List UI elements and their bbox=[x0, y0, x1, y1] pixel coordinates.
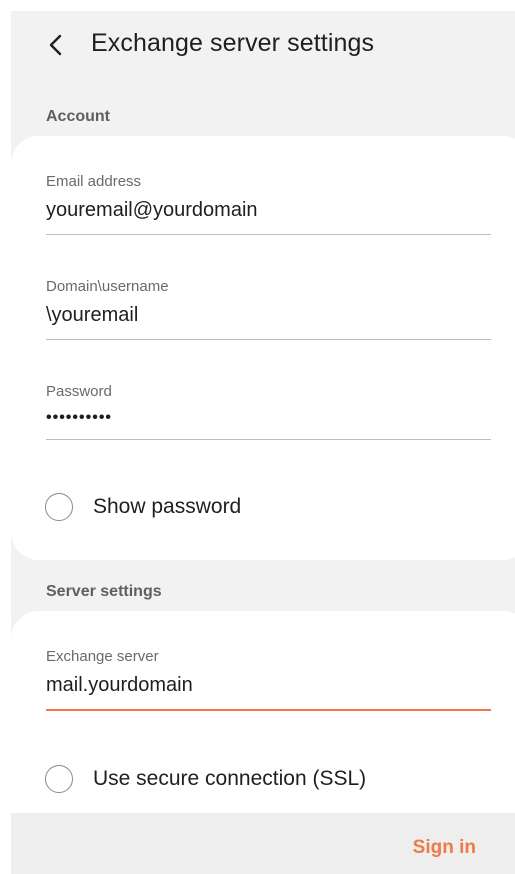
show-password-label: Show password bbox=[93, 495, 242, 518]
email-field[interactable]: Email address youremail@yourdomain bbox=[46, 173, 491, 235]
account-section-label: Account bbox=[46, 108, 110, 125]
exchange-server-field[interactable]: Exchange server mail.yourdomain bbox=[46, 648, 491, 711]
account-card: Email address youremail@yourdomain Domai… bbox=[11, 136, 515, 560]
ssl-option[interactable]: Use secure connection (SSL) bbox=[45, 763, 366, 795]
show-password-option[interactable]: Show password bbox=[45, 491, 241, 523]
ssl-label: Use secure connection (SSL) bbox=[93, 767, 367, 790]
exchange-server-label: Exchange server bbox=[46, 648, 159, 665]
bottom-action-bar: Sign in bbox=[11, 813, 515, 874]
back-button[interactable] bbox=[43, 31, 71, 59]
app-header: Exchange server settings bbox=[11, 11, 515, 83]
page-title: Exchange server settings bbox=[91, 29, 375, 57]
username-field-value[interactable]: \youremail bbox=[46, 304, 491, 339]
server-section-label: Server settings bbox=[46, 583, 162, 600]
password-field-value[interactable]: •••••••••• bbox=[46, 409, 491, 439]
username-field-label: Domain\username bbox=[46, 278, 169, 295]
username-field[interactable]: Domain\username \youremail bbox=[46, 278, 491, 340]
email-field-label: Email address bbox=[46, 173, 142, 190]
ssl-checkbox[interactable] bbox=[45, 765, 73, 793]
chevron-left-icon bbox=[49, 34, 62, 56]
exchange-server-value[interactable]: mail.yourdomain bbox=[46, 674, 491, 709]
show-password-checkbox[interactable] bbox=[45, 493, 73, 521]
password-field[interactable]: Password •••••••••• bbox=[46, 383, 491, 440]
sign-in-button[interactable]: Sign in bbox=[413, 837, 476, 859]
password-field-label: Password bbox=[46, 383, 112, 400]
exchange-settings-screen: Exchange server settings Account Email a… bbox=[11, 11, 515, 874]
email-field-value[interactable]: youremail@yourdomain bbox=[46, 199, 491, 234]
